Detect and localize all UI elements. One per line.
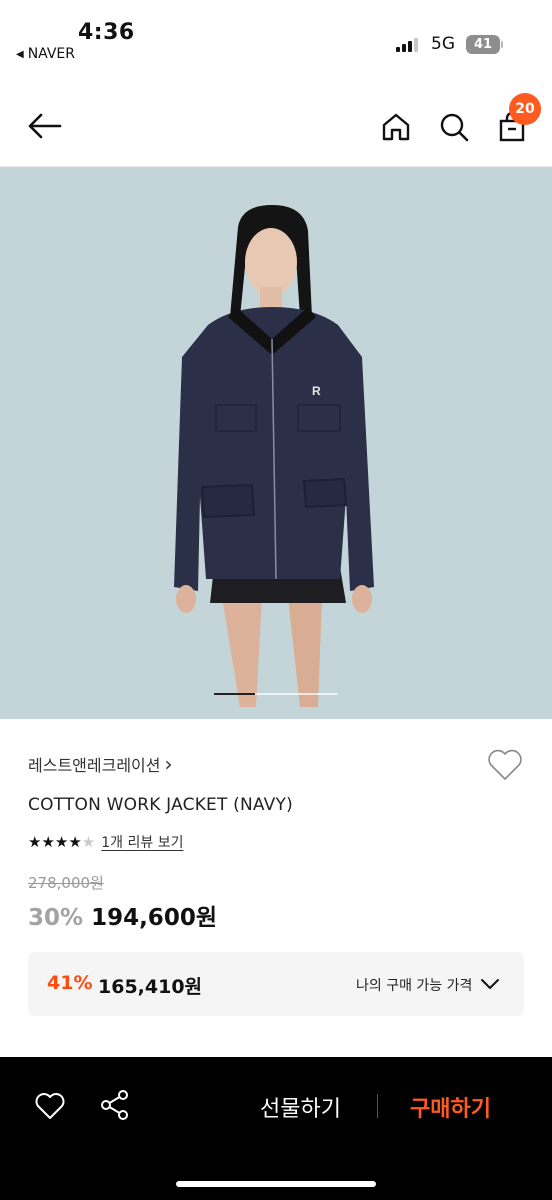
rating-row: ★★★★★ 1개 리뷰 보기 <box>28 832 183 852</box>
battery-level: 41 <box>473 37 493 52</box>
chevron-right-icon: › <box>164 752 173 776</box>
sale-price: 194,600원 <box>91 905 217 931</box>
svg-text:R: R <box>312 384 321 398</box>
heart-icon[interactable] <box>34 1091 66 1121</box>
status-bar: 4:36 ◀ NAVER 5G 41 <box>0 0 552 70</box>
top-nav <box>0 90 552 166</box>
battery-icon: 41 <box>466 35 500 54</box>
home-icon[interactable] <box>376 107 416 147</box>
product-title: COTTON WORK JACKET (NAVY) <box>28 795 293 815</box>
wishlist-heart-icon[interactable] <box>486 746 524 782</box>
share-icon[interactable] <box>100 1089 130 1121</box>
product-photo-illustration: R <box>174 205 374 707</box>
cart-count-badge: 20 <box>509 93 541 125</box>
battery-tip <box>501 41 503 48</box>
brand-name: 레스트앤레크레이션 <box>28 756 161 775</box>
review-link[interactable]: 1개 리뷰 보기 <box>101 832 183 852</box>
discount-percent: 30% <box>28 905 84 931</box>
home-indicator <box>176 1181 376 1187</box>
chevron-down-icon <box>480 974 500 994</box>
gallery-indicator-active <box>214 693 255 695</box>
my-price-percent: 41% <box>47 972 93 994</box>
my-price-value: 165,410원 <box>98 976 203 998</box>
buy-button[interactable]: 구매하기 <box>410 1091 491 1123</box>
product-image[interactable]: R <box>0 167 552 719</box>
bottom-action-bar: 선물하기 구매하기 <box>0 1057 552 1200</box>
search-icon[interactable] <box>434 107 474 147</box>
network-label: 5G <box>431 34 455 54</box>
action-divider <box>377 1094 378 1118</box>
brand-link[interactable]: 레스트앤레크레이션 › <box>28 752 172 776</box>
rating-stars-icon: ★★★★★ <box>28 833 96 851</box>
gift-button[interactable]: 선물하기 <box>260 1091 341 1123</box>
my-price-toggle[interactable]: 41% 165,410원 나의 구매 가능 가격 <box>28 952 524 1016</box>
gallery-indicator <box>214 693 338 695</box>
back-app-label: NAVER <box>27 46 76 62</box>
my-price-label: 나의 구매 가능 가격 <box>356 978 473 994</box>
signal-icon <box>396 38 418 52</box>
original-price: 278,000원 <box>28 874 104 892</box>
sale-price-row: 30% 194,600원 <box>28 898 217 932</box>
status-time: 4:36 <box>78 20 135 45</box>
back-to-app-link[interactable]: ◀ NAVER <box>16 46 75 62</box>
back-triangle-icon: ◀ <box>16 48 24 60</box>
back-arrow-icon[interactable] <box>24 106 64 146</box>
